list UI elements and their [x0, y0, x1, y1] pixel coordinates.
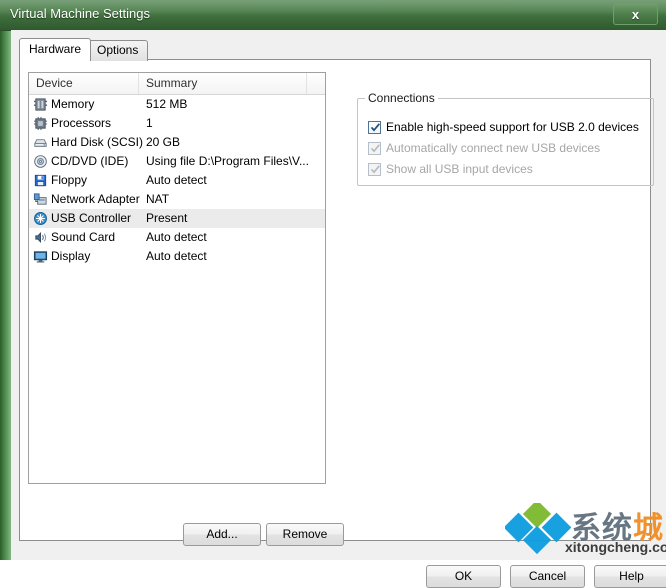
processor-icon	[33, 116, 48, 131]
column-header-spacer	[307, 73, 325, 94]
device-row-memory[interactable]: Memory 512 MB	[29, 95, 325, 114]
device-list-header: Device Summary	[29, 73, 325, 95]
cd-dvd-icon	[33, 154, 48, 169]
device-summary: Auto detect	[146, 249, 207, 263]
device-name: USB Controller	[51, 211, 132, 225]
checkbox-label: Automatically connect new USB devices	[386, 141, 601, 155]
cancel-button[interactable]: Cancel	[510, 565, 585, 588]
display-icon	[33, 249, 48, 264]
close-button[interactable]: x	[613, 3, 658, 25]
device-summary: Auto detect	[146, 230, 207, 244]
tab-options[interactable]: Options	[87, 40, 149, 61]
checkbox-label: Enable high-speed support for USB 2.0 de…	[386, 120, 639, 134]
device-row-sound-card[interactable]: Sound Card Auto detect	[29, 228, 325, 247]
device-row-hard-disk-scsi[interactable]: Hard Disk (SCSI) 20 GB	[29, 133, 325, 152]
device-list[interactable]: Device Summary Memory 512 MB Processors 1 Ha…	[28, 72, 326, 484]
device-name: Floppy	[51, 173, 88, 187]
device-name: Sound Card	[51, 230, 116, 244]
device-row-cd-dvd-ide[interactable]: CD/DVD (IDE) Using file D:\Program Files\…	[29, 152, 325, 171]
help-button[interactable]: Help	[594, 565, 666, 588]
device-summary: 20 GB	[146, 135, 181, 149]
sound-card-icon	[33, 230, 48, 245]
device-row-network-adapter[interactable]: Network Adapter NAT	[29, 190, 325, 209]
checkbox-checked-icon[interactable]	[368, 121, 381, 134]
device-list-body: Memory 512 MB Processors 1 Hard Disk (SCSI) 2…	[29, 95, 325, 266]
tab-hardware[interactable]: Hardware	[19, 38, 92, 61]
device-summary: Using file D:\Program Files\V...	[146, 154, 309, 168]
device-summary: 1	[146, 116, 153, 130]
ok-button[interactable]: OK	[426, 565, 501, 588]
network-adapter-icon	[33, 192, 48, 207]
add-device-button[interactable]: Add...	[183, 523, 261, 546]
device-name: Network Adapter	[51, 192, 140, 206]
device-row-display[interactable]: Display Auto detect	[29, 247, 325, 266]
device-name: Display	[51, 249, 91, 263]
checkbox-label: Show all USB input devices	[386, 162, 533, 176]
title-bar: Virtual Machine Settings x	[0, 0, 666, 31]
device-name: Memory	[51, 97, 95, 111]
device-summary: 512 MB	[146, 97, 188, 111]
device-summary: NAT	[146, 192, 170, 206]
memory-icon	[33, 97, 48, 112]
hard-disk-icon	[33, 135, 48, 150]
device-name: Hard Disk (SCSI)	[51, 135, 144, 149]
column-header-summary[interactable]: Summary	[139, 73, 307, 94]
checkbox-checked-icon	[368, 142, 381, 155]
column-header-device[interactable]: Device	[29, 73, 139, 94]
window-title: Virtual Machine Settings	[10, 6, 150, 21]
device-row-floppy[interactable]: Floppy Auto detect	[29, 171, 325, 190]
device-name: Processors	[51, 116, 112, 130]
client-area: Hardware Options Device Summary Memory 51…	[11, 30, 666, 588]
remove-device-button[interactable]: Remove	[266, 523, 344, 546]
virtual-machine-settings-window: Virtual Machine Settings x Hardware Opti…	[0, 0, 666, 588]
checkbox-checked-icon	[368, 163, 381, 176]
device-row-processors[interactable]: Processors 1	[29, 114, 325, 133]
device-row-usb-controller[interactable]: USB Controller Present	[29, 209, 325, 228]
device-name: CD/DVD (IDE)	[51, 154, 129, 168]
usb-controller-icon	[33, 211, 48, 226]
device-summary: Present	[146, 211, 188, 225]
floppy-icon	[33, 173, 48, 188]
connections-group-title: Connections	[365, 91, 438, 105]
device-summary: Auto detect	[146, 173, 207, 187]
